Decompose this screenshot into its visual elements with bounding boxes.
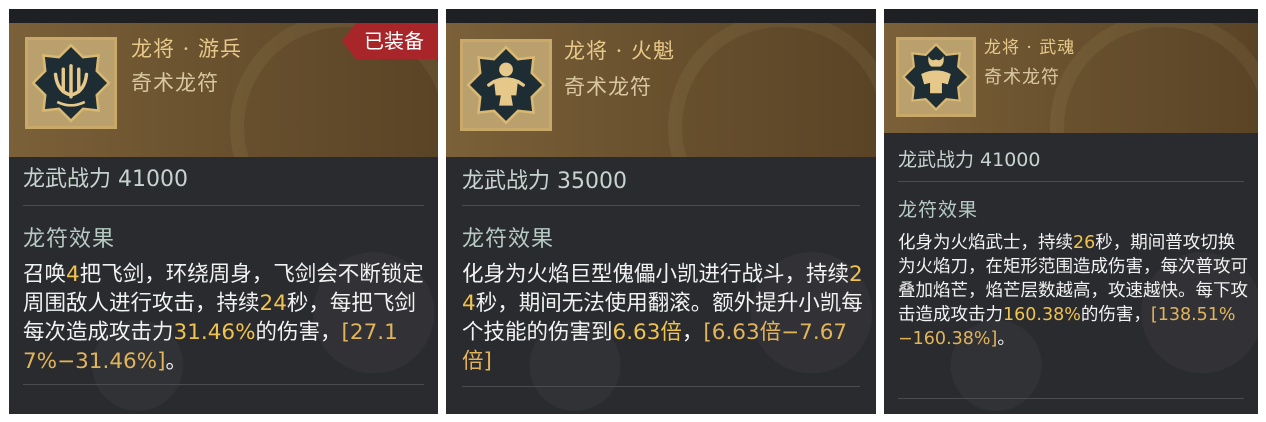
description-text: ， — [681, 320, 704, 345]
flame-warrior-icon — [896, 37, 976, 117]
card-top-strip — [884, 9, 1258, 23]
rune-card-youbing[interactable]: 龙将 · 游兵 奇术龙符 已装备 龙武战力 41000 龙符效果 召唤4把飞剑，… — [9, 9, 438, 414]
description-text: 。 — [165, 349, 188, 374]
effect-title: 龙符效果 — [23, 227, 116, 252]
description-text: 的伤害， — [1080, 305, 1151, 325]
rune-name: 龙将 · 武魂 — [984, 38, 1076, 58]
trident-emblem-icon — [25, 37, 117, 129]
effect-title: 龙符效果 — [898, 199, 979, 221]
highlight-value: 24 — [259, 291, 287, 316]
highlight-value: 31.46% — [173, 320, 256, 345]
divider — [898, 398, 1244, 399]
rune-power: 龙武战力 41000 — [23, 167, 188, 192]
rune-name: 龙将 · 游兵 — [131, 37, 243, 61]
rune-type: 奇术龙符 — [984, 67, 1060, 88]
effect-description: 化身为火焰武士，持续26秒，期间普攻切换为火焰刀，在矩形范围造成伤害，每次普攻可… — [898, 231, 1248, 351]
rune-power: 龙武战力 41000 — [898, 149, 1041, 171]
rune-card-huokui[interactable]: 龙将 · 火魁 奇术龙符 龙武战力 35000 龙符效果 化身为火焰巨型傀儡小凯… — [446, 9, 876, 414]
divider — [23, 384, 424, 385]
effect-description: 化身为火焰巨型傀儡小凯进行战斗，持续24秒，期间无法使用翻滚。额外提升小凯每个技… — [462, 260, 864, 376]
rune-type: 奇术龙符 — [131, 71, 219, 95]
divider — [23, 205, 424, 206]
description-text: 化身为火焰武士，持续 — [898, 233, 1073, 253]
equipped-badge: 已装备 — [342, 23, 438, 59]
description-text: 的伤害， — [255, 320, 342, 345]
rune-card-wuhun[interactable]: 龙将 · 武魂 奇术龙符 龙武战力 41000 龙符效果 化身为火焰武士，持续2… — [884, 9, 1258, 414]
highlight-value: 4 — [66, 262, 80, 287]
description-text: 。 — [997, 329, 1015, 349]
divider — [462, 205, 860, 206]
divider — [898, 181, 1244, 182]
description-text: 召唤 — [23, 262, 67, 287]
highlight-value: 160.38% — [1003, 305, 1081, 325]
rune-power: 龙武战力 35000 — [462, 169, 627, 194]
rune-type: 奇术龙符 — [564, 75, 652, 99]
card-header: 龙将 · 火魁 奇术龙符 — [446, 23, 876, 157]
effect-description: 召唤4把飞剑，环绕周身，飞剑会不断锁定周围敌人进行攻击，持续24秒，每把飞剑每次… — [23, 260, 428, 376]
flame-puppet-icon — [460, 39, 552, 131]
rune-name: 龙将 · 火魁 — [564, 39, 676, 63]
highlight-value: 26 — [1073, 233, 1096, 253]
effect-title: 龙符效果 — [462, 227, 555, 252]
description-text: 化身为火焰巨型傀儡小凯进行战斗，持续 — [462, 262, 850, 287]
card-top-strip — [446, 9, 876, 23]
card-header: 龙将 · 武魂 奇术龙符 — [884, 23, 1258, 133]
card-top-strip — [9, 9, 438, 23]
divider — [462, 386, 860, 387]
highlight-value: 6.63倍 — [612, 320, 682, 345]
